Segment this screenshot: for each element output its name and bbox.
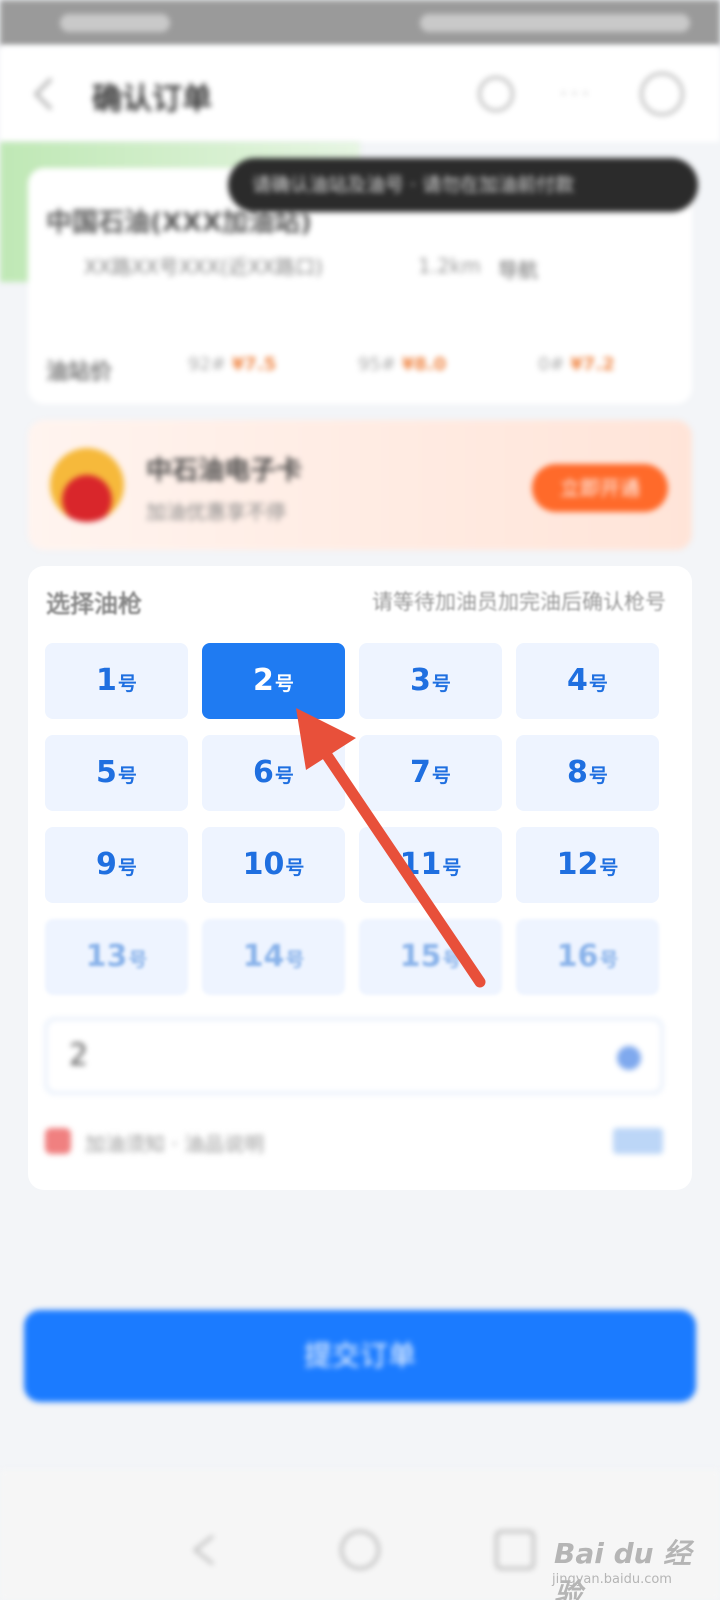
baidu-jingyan-watermark: Bai du 经验 jingyan.baidu.com [548, 1508, 708, 1600]
pump-unit: 号 [431, 765, 451, 787]
price-item: 95# ¥8.0 [358, 354, 446, 375]
pump-section-title: 选择油枪 [46, 590, 142, 618]
pump-button-13[interactable]: 13号 [45, 919, 188, 995]
pump-section-hint: 请等待加油员加完油后确认枪号 [372, 590, 666, 614]
pump-number: 9 [96, 847, 117, 882]
navigate-button[interactable]: 导航 [498, 254, 538, 283]
pump-button-10[interactable]: 10号 [202, 827, 345, 903]
pump-button-16[interactable]: 16号 [516, 919, 659, 995]
pump-unit: 号 [588, 673, 608, 695]
promo-button[interactable]: 立即开通 [532, 464, 668, 512]
pump-button-15[interactable]: 15号 [359, 919, 502, 995]
gun-number-value: 2 [69, 1038, 89, 1073]
service-icon[interactable] [478, 76, 514, 112]
price-grade: 92# [188, 354, 226, 375]
promo-subtitle: 加油优惠享不停 [146, 500, 286, 524]
system-home-icon[interactable] [340, 1530, 380, 1570]
more-menu-icon[interactable]: ··· [560, 82, 593, 107]
gun-number-input[interactable]: 2 [45, 1018, 663, 1094]
pump-unit: 号 [588, 765, 608, 787]
pump-button-2[interactable]: 2号 [202, 643, 345, 719]
pump-button-5[interactable]: 5号 [45, 735, 188, 811]
petrochina-logo-icon [50, 448, 124, 522]
station-distance: 1.2km [418, 254, 481, 278]
price-item: 0# ¥7.2 [538, 354, 615, 375]
pump-unit: 号 [442, 949, 462, 971]
pump-number: 14 [242, 939, 285, 974]
status-time-placeholder [60, 14, 170, 32]
pump-button-9[interactable]: 9号 [45, 827, 188, 903]
pump-number: 11 [399, 847, 442, 882]
pump-number: 7 [410, 755, 431, 790]
price-grade: 95# [358, 354, 396, 375]
pump-unit: 号 [442, 857, 462, 879]
watermark-text: Bai du 经验 [554, 1537, 692, 1600]
toast-message: 请确认油站及油号 · 请勿在加油前付款 [228, 158, 698, 212]
pump-unit: 号 [431, 673, 451, 695]
pump-number: 1 [96, 663, 117, 698]
pump-unit: 号 [117, 765, 137, 787]
pump-button-8[interactable]: 8号 [516, 735, 659, 811]
pump-button-7[interactable]: 7号 [359, 735, 502, 811]
warning-icon [45, 1128, 71, 1154]
pump-button-11[interactable]: 11号 [359, 827, 502, 903]
pump-number: 16 [556, 939, 599, 974]
submit-order-button[interactable]: 提交订单 [24, 1310, 696, 1402]
system-back-icon[interactable] [185, 1530, 225, 1570]
pump-button-14[interactable]: 14号 [202, 919, 345, 995]
pump-number: 10 [242, 847, 285, 882]
price-grade: 0# [538, 354, 565, 375]
close-mini-program-icon[interactable] [640, 72, 684, 116]
header: 确认订单 ··· [0, 46, 720, 142]
pump-unit: 号 [274, 673, 294, 695]
pump-button-1[interactable]: 1号 [45, 643, 188, 719]
pump-unit: 号 [117, 857, 137, 879]
pump-number: 5 [96, 755, 117, 790]
pump-selection-card: 选择油枪 请等待加油员加完油后确认枪号 1号 2号 3号 4号 5号 6号 7号 8号 9号 10… [28, 566, 692, 1190]
status-bar [0, 0, 720, 46]
pump-number: 12 [556, 847, 599, 882]
tip-link[interactable] [613, 1128, 663, 1154]
promo-banner[interactable]: 中石油电子卡 加油优惠享不停 立即开通 [28, 420, 692, 550]
price-value: ¥7.2 [570, 354, 615, 375]
pump-unit: 号 [128, 949, 148, 971]
pump-unit: 号 [285, 857, 305, 879]
watermark-url: jingyan.baidu.com [552, 1572, 672, 1587]
price-label: 油站价 [46, 360, 113, 385]
price-item: 92# ¥7.5 [188, 354, 276, 375]
pump-unit: 号 [285, 949, 305, 971]
tip-text: 加油须知 · 油品说明 [85, 1132, 265, 1156]
pump-number: 15 [399, 939, 442, 974]
pump-button-6[interactable]: 6号 [202, 735, 345, 811]
pump-number: 4 [567, 663, 588, 698]
pump-number: 6 [253, 755, 274, 790]
price-value: ¥7.5 [231, 354, 277, 375]
back-arrow-icon[interactable] [26, 76, 62, 112]
status-icons-placeholder [420, 14, 690, 32]
pump-number: 3 [410, 663, 431, 698]
station-address: XX路XX号XXX(近XX路口) [84, 255, 323, 279]
pump-number: 8 [567, 755, 588, 790]
pump-unit: 号 [117, 673, 137, 695]
pump-number: 2 [253, 663, 274, 698]
pump-number: 13 [85, 939, 128, 974]
pump-button-12[interactable]: 12号 [516, 827, 659, 903]
tip-row: 加油须知 · 油品说明 [45, 1122, 663, 1162]
pump-unit: 号 [599, 857, 619, 879]
page-title: 确认订单 [92, 82, 212, 117]
price-value: ¥8.0 [401, 354, 447, 375]
pump-unit: 号 [274, 765, 294, 787]
pump-button-3[interactable]: 3号 [359, 643, 502, 719]
pump-button-4[interactable]: 4号 [516, 643, 659, 719]
pump-unit: 号 [599, 949, 619, 971]
promo-title: 中石油电子卡 [146, 456, 303, 486]
system-recent-apps-icon[interactable] [495, 1530, 535, 1570]
clear-icon[interactable] [617, 1046, 641, 1070]
